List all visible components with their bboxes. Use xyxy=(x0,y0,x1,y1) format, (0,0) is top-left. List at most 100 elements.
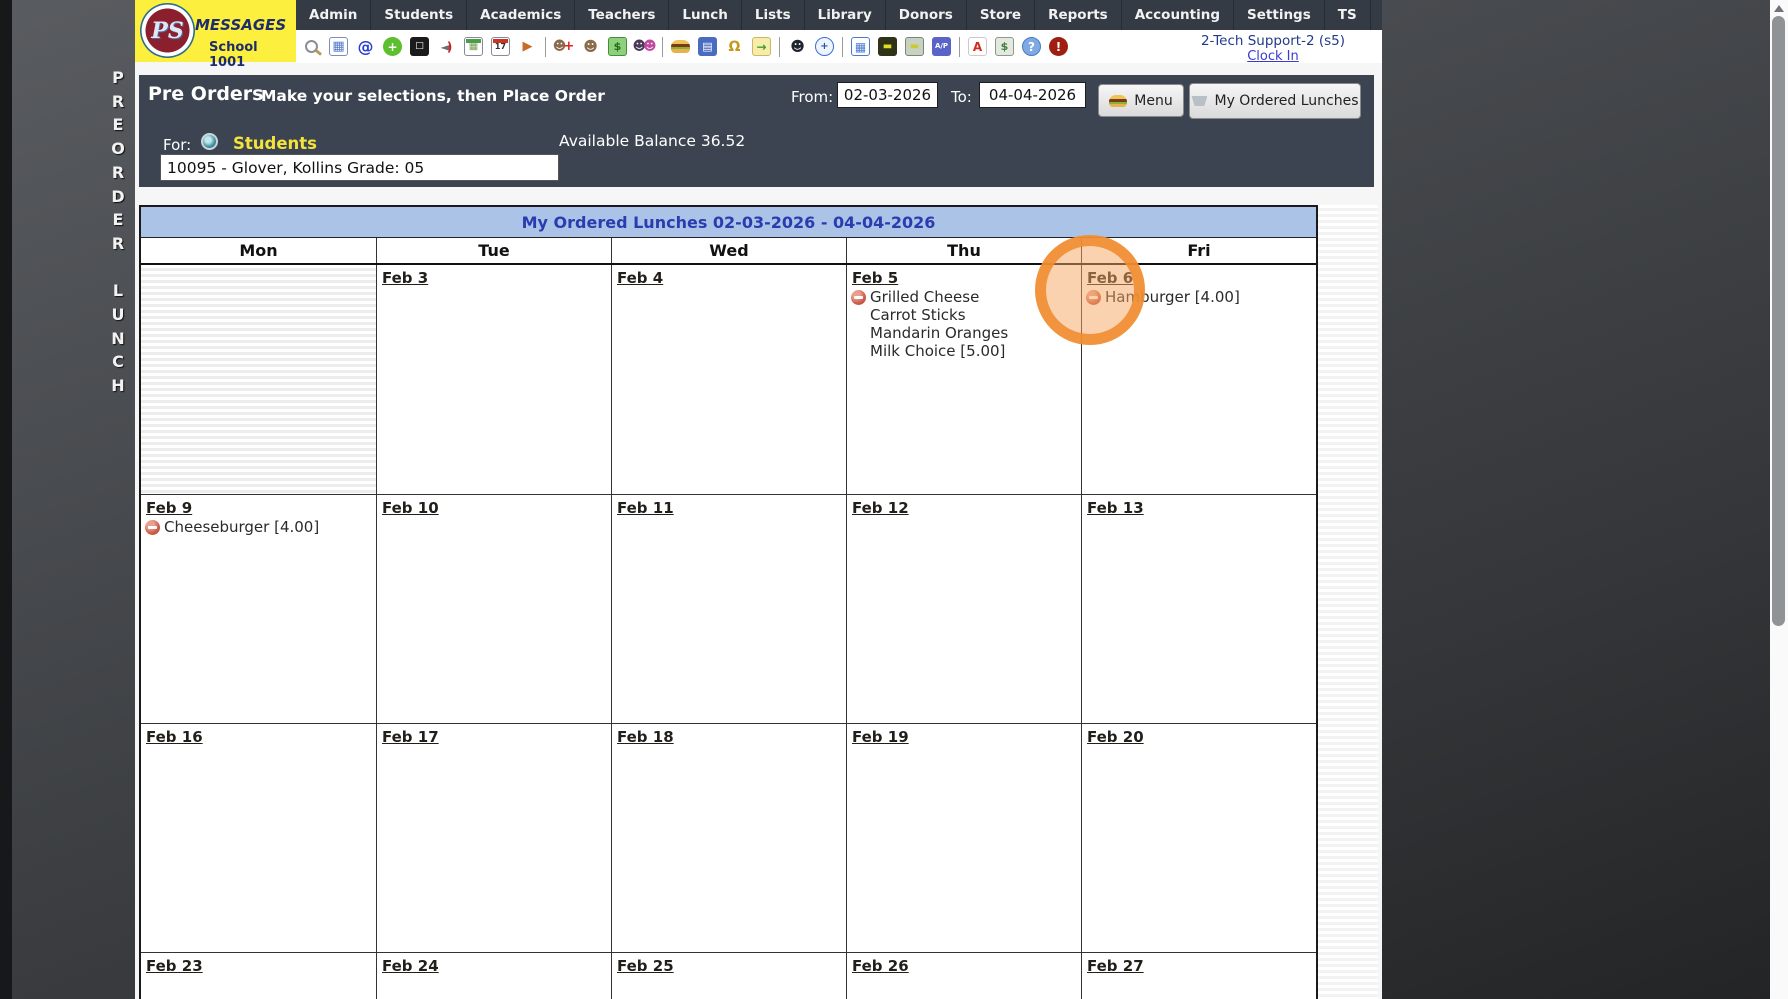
remove-item-icon[interactable] xyxy=(851,289,866,305)
date-link-feb-5[interactable]: Feb 5 xyxy=(852,269,898,287)
nav-item-lunch[interactable]: Lunch xyxy=(668,0,740,30)
date-link-feb-10[interactable]: Feb 10 xyxy=(382,499,439,517)
logged-in-user: 2-Tech Support-2 (s5) xyxy=(1200,33,1345,49)
magnifier-glass xyxy=(305,40,318,53)
hamburger-icon xyxy=(1109,94,1128,107)
nav-item-reports[interactable]: Reports xyxy=(1034,0,1121,30)
day-header-tue: Tue xyxy=(376,238,611,263)
date-link-feb-16[interactable]: Feb 16 xyxy=(146,728,203,746)
nav-item-store[interactable]: Store xyxy=(965,0,1034,30)
nav-item-academics[interactable]: Academics xyxy=(466,0,574,30)
reports-table-icon[interactable]: ▦ xyxy=(851,37,870,56)
broadcast-icon[interactable]: ◄) xyxy=(437,37,456,56)
nav-item-logout[interactable]: Logout xyxy=(1369,0,1382,30)
students-option-label[interactable]: Students xyxy=(233,134,317,153)
student-select-input[interactable] xyxy=(160,154,559,181)
order-item-line: Mandarin Oranges xyxy=(851,324,1077,342)
payments-icon[interactable]: $ xyxy=(608,37,627,56)
date-link-feb-9[interactable]: Feb 9 xyxy=(146,499,192,517)
students-icon[interactable]: ☻ xyxy=(581,37,600,56)
calendar-cell-feb-25: Feb 25 xyxy=(611,953,846,999)
nav-item-admin[interactable]: Admin xyxy=(296,0,370,30)
cash-register-icon[interactable]: $ xyxy=(995,37,1014,56)
toolbar-separator xyxy=(545,36,546,57)
date-link-feb-18[interactable]: Feb 18 xyxy=(617,728,674,746)
search-icon[interactable] xyxy=(302,37,321,56)
date-link-feb-23[interactable]: Feb 23 xyxy=(146,957,203,975)
date-link-feb-24[interactable]: Feb 24 xyxy=(382,957,439,975)
order-item-label: Hamburger [4.00] xyxy=(1105,288,1240,306)
app-logo[interactable]: PS MESSAGES School 1001 xyxy=(135,0,296,70)
toolbar-separator xyxy=(959,36,960,57)
scrollbar-up-arrow-icon[interactable] xyxy=(1774,5,1784,12)
vertical-letter: P xyxy=(112,68,124,87)
staff-icon[interactable]: ☻ xyxy=(788,37,807,56)
send-note-icon[interactable]: → xyxy=(752,37,771,56)
clock-in-link[interactable]: Clock In xyxy=(1247,50,1299,64)
date-link-feb-26[interactable]: Feb 26 xyxy=(852,957,909,975)
awards-icon[interactable]: Ω xyxy=(725,37,744,56)
mobile-icon[interactable]: □ xyxy=(410,37,429,56)
ordered-lunches-calendar: My Ordered Lunches 02-03-2026 - 04-04-20… xyxy=(139,205,1318,999)
scrollbar-thumb[interactable] xyxy=(1772,16,1785,626)
payment-card-icon[interactable]: ▬ xyxy=(878,37,897,56)
nav-item-accounting[interactable]: Accounting xyxy=(1120,0,1233,30)
date-link-feb-20[interactable]: Feb 20 xyxy=(1087,728,1144,746)
vertical-letter: N xyxy=(111,328,125,348)
families-icon[interactable]: ☻ ☻ xyxy=(632,37,656,56)
print-card-icon[interactable]: ▬ xyxy=(905,37,924,56)
date-link-feb-3[interactable]: Feb 3 xyxy=(382,269,428,287)
announcements-icon[interactable]: ▶ xyxy=(518,37,537,56)
order-item-line: Grilled Cheese xyxy=(851,288,1077,306)
date-link-feb-13[interactable]: Feb 13 xyxy=(1087,499,1144,517)
events-calendar-icon[interactable]: 17 xyxy=(491,37,510,56)
nav-item-settings[interactable]: Settings xyxy=(1233,0,1324,30)
calendar-week-row: Feb 3 Feb 4 Feb 5 Grilled Cheese Carrot Stic… xyxy=(141,265,1316,494)
order-item-label: Carrot Sticks xyxy=(870,306,966,324)
vertical-letter: O xyxy=(111,139,125,159)
my-ordered-lunches-button[interactable]: My Ordered Lunches xyxy=(1189,83,1361,119)
nav-item-students[interactable]: Students xyxy=(370,0,466,30)
date-link-feb-27[interactable]: Feb 27 xyxy=(1087,957,1144,975)
date-link-feb-25[interactable]: Feb 25 xyxy=(617,957,674,975)
remove-item-icon[interactable] xyxy=(145,519,160,535)
day-header-fri: Fri xyxy=(1081,238,1316,263)
calendar-icon[interactable]: ▦ xyxy=(464,37,483,56)
calendar-cell-feb-19: Feb 19 xyxy=(846,724,1081,952)
calendar-cell-feb-24: Feb 24 xyxy=(376,953,611,999)
date-link-feb-4[interactable]: Feb 4 xyxy=(617,269,663,287)
from-date-input[interactable] xyxy=(837,82,938,108)
email-icon[interactable]: @ xyxy=(356,37,375,56)
to-date-input[interactable] xyxy=(979,82,1086,108)
vertical-letter: E xyxy=(112,210,124,230)
vertical-letter: U xyxy=(111,305,125,325)
gradebook-icon[interactable]: ▤ xyxy=(698,37,717,56)
nav-item-ts[interactable]: TS xyxy=(1323,0,1370,30)
lunch-icon[interactable] xyxy=(671,37,690,56)
vertical-scrollbar[interactable] xyxy=(1770,0,1788,999)
nav-item-donors[interactable]: Donors xyxy=(884,0,966,30)
date-link-feb-17[interactable]: Feb 17 xyxy=(382,728,439,746)
timeclock-icon[interactable]: + xyxy=(815,37,834,56)
to-label: To: xyxy=(951,88,972,106)
calendar-cell-feb-5: Feb 5 Grilled Cheese Carrot Sticks Mandarin… xyxy=(846,265,1081,494)
menu-button[interactable]: Menu xyxy=(1098,84,1184,117)
apps-icon[interactable]: ▦ xyxy=(329,37,348,56)
for-label: For: xyxy=(163,136,192,154)
add-student-icon[interactable]: ☻ + xyxy=(553,37,574,56)
alerts-icon[interactable]: ! xyxy=(1049,37,1068,56)
sms-icon[interactable]: + xyxy=(383,37,402,56)
nav-item-library[interactable]: Library xyxy=(803,0,885,30)
nav-item-teachers[interactable]: Teachers xyxy=(574,0,668,30)
help-icon[interactable]: ? xyxy=(1022,37,1041,56)
date-link-feb-12[interactable]: Feb 12 xyxy=(852,499,909,517)
students-radio[interactable] xyxy=(201,133,218,150)
date-link-feb-11[interactable]: Feb 11 xyxy=(617,499,674,517)
preorder-lunch-vertical-label: PREORDER LUNCH xyxy=(100,66,136,398)
accounts-payable-icon[interactable]: A/P xyxy=(932,37,951,56)
nav-item-lists[interactable]: Lists xyxy=(740,0,804,30)
date-link-feb-19[interactable]: Feb 19 xyxy=(852,728,909,746)
date-link-feb-6[interactable]: Feb 6 xyxy=(1087,269,1133,287)
pdf-export-icon[interactable]: A xyxy=(968,37,987,56)
remove-item-icon[interactable] xyxy=(1086,289,1101,305)
